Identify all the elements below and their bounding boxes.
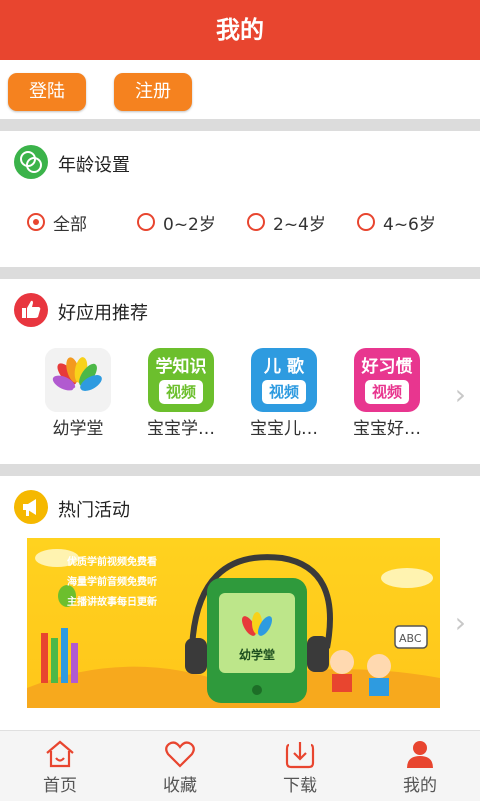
good-habits-app-icon: 好习惯 视频 [354, 348, 420, 412]
banner-bullet: 主播讲故事每日更新 [67, 597, 157, 608]
app-icon-text: 学知识 [155, 357, 207, 377]
chevron-right-icon[interactable]: › [455, 606, 466, 639]
tab-label: 首页 [43, 776, 77, 796]
divider [0, 119, 480, 131]
tab-favorites[interactable]: 收藏 [120, 731, 240, 801]
bottom-tab-bar: 首页 收藏 下载 我的 [0, 730, 480, 801]
age-option-label: 2~4岁 [273, 215, 326, 235]
app-icon-text: 视频 [262, 380, 306, 404]
home-icon [46, 740, 74, 768]
age-option-label: 4~6岁 [383, 215, 436, 235]
apps-section-title: 好应用推荐 [58, 303, 148, 324]
faces-icon [14, 145, 48, 179]
banner-bullet: 海量学前音频免费听 [67, 577, 157, 588]
download-icon [285, 742, 315, 769]
activity-section-title: 热门活动 [58, 500, 130, 521]
tab-mine[interactable]: 我的 [360, 731, 480, 801]
knowledge-video-app-icon: 学知识 视频 [148, 348, 214, 412]
age-option-label: 0~2岁 [163, 215, 216, 235]
age-section-title: 年龄设置 [58, 155, 130, 176]
radio-icon [247, 213, 265, 231]
register-label: 注册 [135, 81, 171, 102]
banner-bullet: 优质学前视频免费看 [67, 557, 157, 568]
children-songs-app-icon: 儿 歌 视频 [251, 348, 317, 412]
radio-selected-icon [27, 213, 45, 231]
banner-bullets: 优质学前视频免费看 海量学前音频免费听 主播讲故事每日更新 [67, 553, 157, 613]
divider [0, 267, 480, 279]
app-name: 宝宝好… [353, 419, 421, 439]
page-title: 我的 [216, 16, 264, 44]
app-name: 幼学堂 [52, 419, 104, 439]
age-option-label: 全部 [53, 215, 87, 235]
thumbs-up-icon [14, 293, 48, 327]
svg-text:ABC: ABC [399, 632, 422, 645]
tab-label: 收藏 [163, 776, 197, 796]
megaphone-icon [14, 490, 48, 524]
page-header: 我的 [0, 0, 480, 60]
app-icon-text: 儿 歌 [264, 357, 304, 377]
radio-icon [357, 213, 375, 231]
app-name: 宝宝学… [147, 419, 215, 439]
login-button[interactable]: 登陆 [8, 73, 86, 111]
activity-banner[interactable]: ABC 优质学前视频免费看 海量学前音频免费听 主播讲故事每日更新 幼学堂 [27, 538, 440, 708]
tab-label: 我的 [403, 776, 437, 796]
register-button[interactable]: 注册 [114, 73, 192, 111]
person-icon [407, 741, 433, 768]
chevron-right-icon[interactable]: › [455, 378, 466, 411]
tab-downloads[interactable]: 下载 [240, 731, 360, 801]
heart-icon [165, 741, 195, 768]
divider [0, 464, 480, 476]
tab-label: 下载 [283, 776, 317, 796]
tab-home[interactable]: 首页 [0, 731, 120, 801]
radio-icon [137, 213, 155, 231]
login-label: 登陆 [29, 81, 65, 102]
app-icon-text: 视频 [159, 380, 203, 404]
auth-bar: 登陆 注册 [0, 60, 480, 118]
banner-screen-label: 幼学堂 [238, 648, 275, 662]
app-icon-text: 好习惯 [361, 357, 413, 377]
app-name: 宝宝儿… [250, 419, 318, 439]
youxuetang-logo-icon [45, 348, 111, 412]
app-icon-text: 视频 [365, 380, 409, 404]
